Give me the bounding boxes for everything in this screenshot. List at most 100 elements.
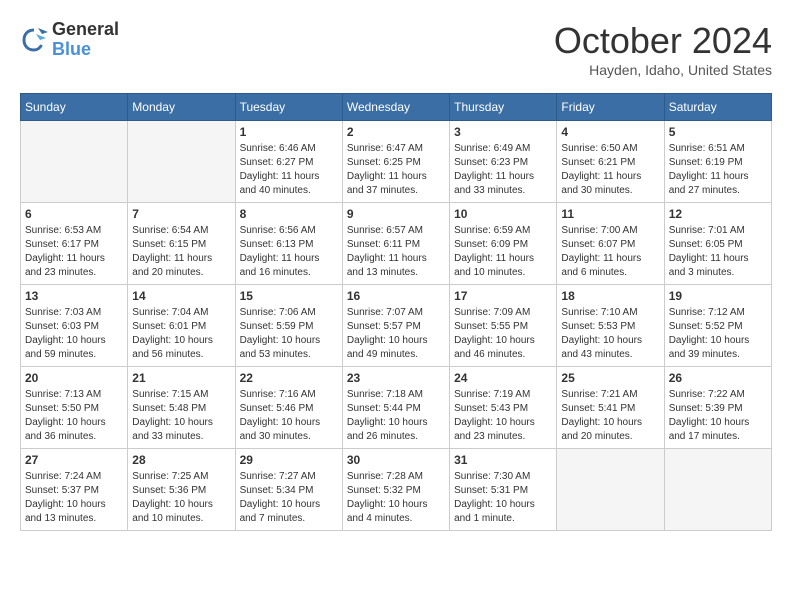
calendar-cell: 9 Sunrise: 6:57 AM Sunset: 6:11 PM Daylig…	[342, 203, 449, 285]
day-info: Sunrise: 6:57 AM Sunset: 6:11 PM Dayligh…	[347, 224, 445, 280]
day-number: 5	[669, 125, 767, 139]
day-number: 28	[132, 453, 230, 467]
calendar-cell: 5 Sunrise: 6:51 AM Sunset: 6:19 PM Daylig…	[664, 121, 771, 203]
calendar-week-1: 1 Sunrise: 6:46 AM Sunset: 6:27 PM Daylig…	[21, 121, 772, 203]
day-number: 12	[669, 207, 767, 221]
day-info: Sunrise: 6:56 AM Sunset: 6:13 PM Dayligh…	[240, 224, 338, 280]
day-info: Sunrise: 6:54 AM Sunset: 6:15 PM Dayligh…	[132, 224, 230, 280]
day-number: 11	[561, 207, 659, 221]
calendar-cell: 20 Sunrise: 7:13 AM Sunset: 5:50 PM Dayli…	[21, 367, 128, 449]
logo-text: General Blue	[52, 20, 119, 60]
day-info: Sunrise: 7:18 AM Sunset: 5:44 PM Dayligh…	[347, 388, 445, 444]
day-info: Sunrise: 6:53 AM Sunset: 6:17 PM Dayligh…	[25, 224, 123, 280]
calendar-cell: 23 Sunrise: 7:18 AM Sunset: 5:44 PM Dayli…	[342, 367, 449, 449]
calendar-cell: 24Sunrise: 7:19 AM Sunset: 5:43 PM Dayli…	[450, 367, 557, 449]
day-info: Sunrise: 7:06 AM Sunset: 5:59 PM Dayligh…	[240, 306, 338, 362]
day-number: 21	[132, 371, 230, 385]
calendar-cell: 2Sunrise: 6:47 AM Sunset: 6:25 PM Daylig…	[342, 121, 449, 203]
month-title: October 2024	[554, 20, 772, 62]
day-info: Sunrise: 6:46 AM Sunset: 6:27 PM Dayligh…	[240, 142, 338, 198]
day-info: Sunrise: 7:22 AM Sunset: 5:39 PM Dayligh…	[669, 388, 767, 444]
day-info: Sunrise: 7:19 AM Sunset: 5:43 PM Dayligh…	[454, 388, 552, 444]
day-number: 7	[132, 207, 230, 221]
calendar-cell: 1 Sunrise: 6:46 AM Sunset: 6:27 PM Daylig…	[235, 121, 342, 203]
calendar-week-3: 13Sunrise: 7:03 AM Sunset: 6:03 PM Dayli…	[21, 285, 772, 367]
day-number: 8	[240, 207, 338, 221]
calendar-week-4: 20 Sunrise: 7:13 AM Sunset: 5:50 PM Dayli…	[21, 367, 772, 449]
calendar-cell: 11 Sunrise: 7:00 AM Sunset: 6:07 PM Dayli…	[557, 203, 664, 285]
day-info: Sunrise: 6:51 AM Sunset: 6:19 PM Dayligh…	[669, 142, 767, 198]
calendar-week-5: 27 Sunrise: 7:24 AM Sunset: 5:37 PM Dayli…	[21, 449, 772, 531]
day-number: 18	[561, 289, 659, 303]
calendar-cell: 6 Sunrise: 6:53 AM Sunset: 6:17 PM Daylig…	[21, 203, 128, 285]
day-info: Sunrise: 7:04 AM Sunset: 6:01 PM Dayligh…	[132, 306, 230, 362]
day-info: Sunrise: 7:09 AM Sunset: 5:55 PM Dayligh…	[454, 306, 552, 362]
calendar-cell	[21, 121, 128, 203]
day-info: Sunrise: 7:25 AM Sunset: 5:36 PM Dayligh…	[132, 470, 230, 526]
calendar-cell: 14 Sunrise: 7:04 AM Sunset: 6:01 PM Dayli…	[128, 285, 235, 367]
day-info: Sunrise: 7:28 AM Sunset: 5:32 PM Dayligh…	[347, 470, 445, 526]
day-number: 23	[347, 371, 445, 385]
calendar-cell: 29Sunrise: 7:27 AM Sunset: 5:34 PM Dayli…	[235, 449, 342, 531]
calendar-header-thursday: Thursday	[450, 94, 557, 121]
calendar-cell: 15 Sunrise: 7:06 AM Sunset: 5:59 PM Dayli…	[235, 285, 342, 367]
day-info: Sunrise: 7:27 AM Sunset: 5:34 PM Dayligh…	[240, 470, 338, 526]
day-number: 19	[669, 289, 767, 303]
calendar-header-saturday: Saturday	[664, 94, 771, 121]
day-info: Sunrise: 6:49 AM Sunset: 6:23 PM Dayligh…	[454, 142, 552, 198]
day-number: 13	[25, 289, 123, 303]
day-number: 9	[347, 207, 445, 221]
day-info: Sunrise: 7:24 AM Sunset: 5:37 PM Dayligh…	[25, 470, 123, 526]
day-number: 15	[240, 289, 338, 303]
calendar-cell: 25 Sunrise: 7:21 AM Sunset: 5:41 PM Dayli…	[557, 367, 664, 449]
calendar-cell: 30 Sunrise: 7:28 AM Sunset: 5:32 PM Dayli…	[342, 449, 449, 531]
title-block: October 2024 Hayden, Idaho, United State…	[554, 20, 772, 78]
calendar-cell: 28 Sunrise: 7:25 AM Sunset: 5:36 PM Dayli…	[128, 449, 235, 531]
calendar-header-monday: Monday	[128, 94, 235, 121]
day-number: 1	[240, 125, 338, 139]
day-number: 25	[561, 371, 659, 385]
calendar-cell: 16Sunrise: 7:07 AM Sunset: 5:57 PM Dayli…	[342, 285, 449, 367]
day-info: Sunrise: 7:21 AM Sunset: 5:41 PM Dayligh…	[561, 388, 659, 444]
calendar-cell: 22 Sunrise: 7:16 AM Sunset: 5:46 PM Dayli…	[235, 367, 342, 449]
day-info: Sunrise: 7:30 AM Sunset: 5:31 PM Dayligh…	[454, 470, 552, 526]
day-info: Sunrise: 7:01 AM Sunset: 6:05 PM Dayligh…	[669, 224, 767, 280]
day-number: 14	[132, 289, 230, 303]
day-number: 22	[240, 371, 338, 385]
calendar-cell	[128, 121, 235, 203]
calendar-cell: 12 Sunrise: 7:01 AM Sunset: 6:05 PM Dayli…	[664, 203, 771, 285]
calendar-cell: 19Sunrise: 7:12 AM Sunset: 5:52 PM Dayli…	[664, 285, 771, 367]
logo-line1: General	[52, 20, 119, 40]
calendar-header-wednesday: Wednesday	[342, 94, 449, 121]
day-number: 31	[454, 453, 552, 467]
day-info: Sunrise: 7:07 AM Sunset: 5:57 PM Dayligh…	[347, 306, 445, 362]
day-number: 26	[669, 371, 767, 385]
day-number: 17	[454, 289, 552, 303]
location: Hayden, Idaho, United States	[554, 62, 772, 78]
logo-icon	[20, 26, 48, 54]
calendar-week-2: 6 Sunrise: 6:53 AM Sunset: 6:17 PM Daylig…	[21, 203, 772, 285]
day-number: 10	[454, 207, 552, 221]
calendar-cell: 17 Sunrise: 7:09 AM Sunset: 5:55 PM Dayli…	[450, 285, 557, 367]
day-number: 30	[347, 453, 445, 467]
calendar-cell: 21 Sunrise: 7:15 AM Sunset: 5:48 PM Dayli…	[128, 367, 235, 449]
calendar-header-friday: Friday	[557, 94, 664, 121]
calendar-header-tuesday: Tuesday	[235, 94, 342, 121]
day-info: Sunrise: 7:00 AM Sunset: 6:07 PM Dayligh…	[561, 224, 659, 280]
day-info: Sunrise: 6:50 AM Sunset: 6:21 PM Dayligh…	[561, 142, 659, 198]
day-number: 6	[25, 207, 123, 221]
day-info: Sunrise: 7:13 AM Sunset: 5:50 PM Dayligh…	[25, 388, 123, 444]
logo: General Blue	[20, 20, 119, 60]
day-number: 20	[25, 371, 123, 385]
calendar-cell: 18Sunrise: 7:10 AM Sunset: 5:53 PM Dayli…	[557, 285, 664, 367]
day-info: Sunrise: 7:16 AM Sunset: 5:46 PM Dayligh…	[240, 388, 338, 444]
day-number: 4	[561, 125, 659, 139]
calendar-cell: 13Sunrise: 7:03 AM Sunset: 6:03 PM Dayli…	[21, 285, 128, 367]
day-info: Sunrise: 6:59 AM Sunset: 6:09 PM Dayligh…	[454, 224, 552, 280]
day-number: 3	[454, 125, 552, 139]
day-number: 2	[347, 125, 445, 139]
day-number: 27	[25, 453, 123, 467]
calendar-cell: 31 Sunrise: 7:30 AM Sunset: 5:31 PM Dayli…	[450, 449, 557, 531]
day-info: Sunrise: 7:15 AM Sunset: 5:48 PM Dayligh…	[132, 388, 230, 444]
calendar-header-row: SundayMondayTuesdayWednesdayThursdayFrid…	[21, 94, 772, 121]
